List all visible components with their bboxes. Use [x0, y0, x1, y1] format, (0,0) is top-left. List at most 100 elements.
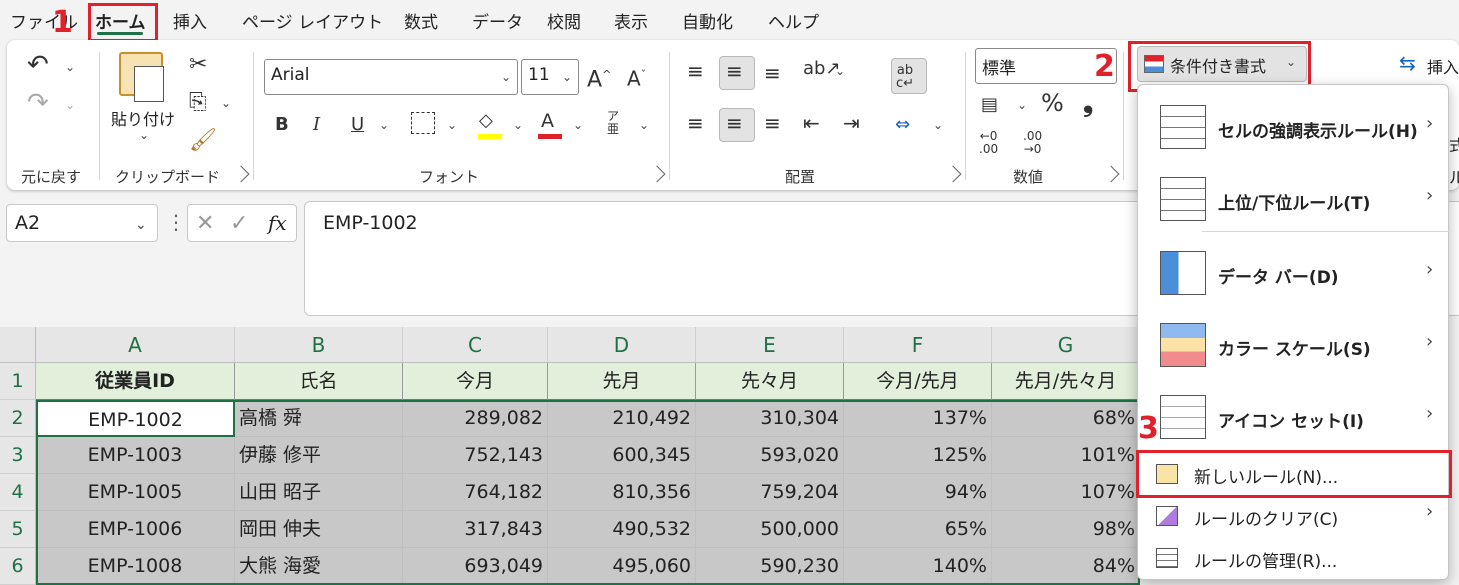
decrease-font-size-icon[interactable]: Aˇ [627, 64, 646, 90]
enter-icon[interactable]: ✓ [230, 211, 248, 236]
comma-style-button[interactable]: ❟ [1083, 90, 1093, 116]
header-cell-this-month[interactable]: 今月 [403, 363, 548, 400]
menu-item-color-scales[interactable]: カラー スケール(S) › [1138, 315, 1450, 375]
undo-dropdown-icon[interactable]: ⌄ [65, 60, 75, 74]
table-cell[interactable]: EMP-1006 [36, 511, 235, 548]
table-cell[interactable]: 98% [992, 511, 1140, 548]
name-box[interactable]: A2 ⌄ [6, 204, 158, 242]
column-header-f[interactable]: F [844, 327, 992, 363]
formula-bar-more-icon[interactable]: ⋮ [166, 210, 186, 234]
insert-cells-icon[interactable]: ⇆ [1399, 52, 1416, 74]
menu-item-icon-sets[interactable]: アイコン セット(I) › [1138, 387, 1450, 447]
font-color-dropdown-icon[interactable]: ⌄ [573, 118, 583, 132]
table-cell[interactable]: 山田 昭子 [235, 474, 403, 511]
table-cell[interactable]: EMP-1002 [36, 400, 235, 437]
table-cell[interactable]: 759,204 [696, 474, 844, 511]
table-cell[interactable]: 590,230 [696, 548, 844, 585]
decrease-indent-icon[interactable]: ⇤ [803, 112, 820, 134]
merge-dropdown-icon[interactable]: ⌄ [933, 118, 943, 132]
fill-color-icon[interactable]: ◇ [479, 110, 493, 132]
table-cell[interactable]: EMP-1008 [36, 548, 235, 585]
table-cell[interactable]: 317,843 [403, 511, 548, 548]
header-cell-employee-id[interactable]: 従業員ID [36, 363, 235, 400]
increase-font-size-icon[interactable]: A^ [587, 64, 611, 91]
tab-formulas[interactable]: 数式 [404, 8, 438, 33]
table-cell[interactable]: 伊藤 修平 [235, 437, 403, 474]
column-header-c[interactable]: C [403, 327, 548, 363]
column-header-b[interactable]: B [235, 327, 403, 363]
header-cell-ratio-1[interactable]: 今月/先月 [844, 363, 992, 400]
menu-item-data-bars[interactable]: データ バー(D) › [1138, 243, 1450, 303]
font-color-icon[interactable]: A [541, 110, 554, 132]
table-cell[interactable]: 岡田 伸夫 [235, 511, 403, 548]
table-cell[interactable]: 65% [844, 511, 992, 548]
tab-insert[interactable]: 挿入 [173, 8, 207, 33]
menu-item-clear-rules[interactable]: ルールのクリア(C) › [1138, 499, 1450, 533]
menu-item-manage-rules[interactable]: ルールの管理(R)... [1138, 541, 1450, 575]
table-cell[interactable]: EMP-1005 [36, 474, 235, 511]
accounting-dropdown-icon[interactable]: ⌄ [1017, 98, 1027, 112]
insert-cells-label[interactable]: 挿入 [1427, 54, 1459, 78]
insert-function-button[interactable]: fx [268, 211, 287, 235]
header-cell-name[interactable]: 氏名 [235, 363, 403, 400]
table-cell[interactable]: 大熊 海愛 [235, 548, 403, 585]
tab-data[interactable]: データ [472, 8, 523, 33]
cancel-icon[interactable]: ✕ [196, 211, 214, 236]
table-cell[interactable]: 752,143 [403, 437, 548, 474]
clipboard-launcher-icon[interactable] [232, 165, 250, 183]
table-cell[interactable]: 810,356 [548, 474, 696, 511]
header-cell-ratio-2[interactable]: 先月/先々月 [992, 363, 1140, 400]
number-launcher-icon[interactable] [1102, 165, 1120, 183]
table-cell[interactable]: 94% [844, 474, 992, 511]
tab-page-layout[interactable]: ページ レイアウト [242, 8, 383, 33]
table-cell[interactable]: 140% [844, 548, 992, 585]
table-cell[interactable]: 500,000 [696, 511, 844, 548]
paste-label[interactable]: 貼り付け [111, 106, 175, 130]
table-cell[interactable]: EMP-1003 [36, 437, 235, 474]
paste-dropdown-icon[interactable]: ⌄ [139, 128, 149, 142]
underline-button[interactable]: U [351, 114, 364, 136]
format-painter-icon[interactable]: 🖌 [189, 130, 217, 152]
bold-button[interactable]: B [275, 114, 289, 136]
row-header-1[interactable]: 1 [0, 363, 36, 400]
align-left-icon[interactable]: ≡ [687, 112, 704, 134]
fill-color-dropdown-icon[interactable]: ⌄ [513, 118, 523, 132]
table-cell[interactable]: 310,304 [696, 400, 844, 437]
table-cell[interactable]: 289,082 [403, 400, 548, 437]
font-size-select[interactable]: 11 ⌄ [521, 59, 579, 95]
column-header-e[interactable]: E [696, 327, 844, 363]
copy-dropdown-icon[interactable]: ⌄ [221, 96, 231, 110]
row-header-3[interactable]: 3 [0, 437, 36, 474]
accounting-format-icon[interactable]: ▤ [981, 94, 998, 116]
table-cell[interactable]: 693,049 [403, 548, 548, 585]
redo-icon[interactable]: ↷ [27, 90, 49, 116]
percent-style-button[interactable]: % [1041, 91, 1064, 115]
align-bottom-icon[interactable]: ≡ [764, 62, 781, 84]
tab-review[interactable]: 校閲 [547, 8, 581, 33]
borders-icon[interactable] [411, 112, 435, 134]
decrease-decimal-icon[interactable]: .00 →0 [1023, 130, 1042, 156]
italic-button[interactable]: I [313, 114, 320, 136]
align-right-icon[interactable]: ≡ [764, 112, 781, 134]
increase-decimal-icon[interactable]: ←0.00 [979, 130, 998, 156]
table-cell[interactable]: 764,182 [403, 474, 548, 511]
underline-dropdown-icon[interactable]: ⌄ [379, 118, 389, 132]
alignment-launcher-icon[interactable] [944, 165, 962, 183]
column-header-a[interactable]: A [36, 327, 235, 363]
font-launcher-icon[interactable] [648, 165, 666, 183]
row-header-5[interactable]: 5 [0, 511, 36, 548]
row-header-6[interactable]: 6 [0, 548, 36, 585]
header-cell-last-month[interactable]: 先月 [548, 363, 696, 400]
format-cells-label-partial[interactable]: 式 [1449, 132, 1459, 156]
table-cell[interactable]: 107% [992, 474, 1140, 511]
table-cell[interactable]: 84% [992, 548, 1140, 585]
select-all-corner[interactable] [0, 327, 36, 363]
table-cell[interactable]: 593,020 [696, 437, 844, 474]
column-header-g[interactable]: G [992, 327, 1140, 363]
tab-automate[interactable]: 自動化 [682, 8, 733, 33]
phonetic-guide-icon[interactable]: ア亜 [607, 110, 619, 136]
table-cell[interactable]: 137% [844, 400, 992, 437]
phonetic-dropdown-icon[interactable]: ⌄ [639, 118, 649, 132]
table-cell[interactable]: 68% [992, 400, 1140, 437]
tab-view[interactable]: 表示 [614, 8, 648, 33]
